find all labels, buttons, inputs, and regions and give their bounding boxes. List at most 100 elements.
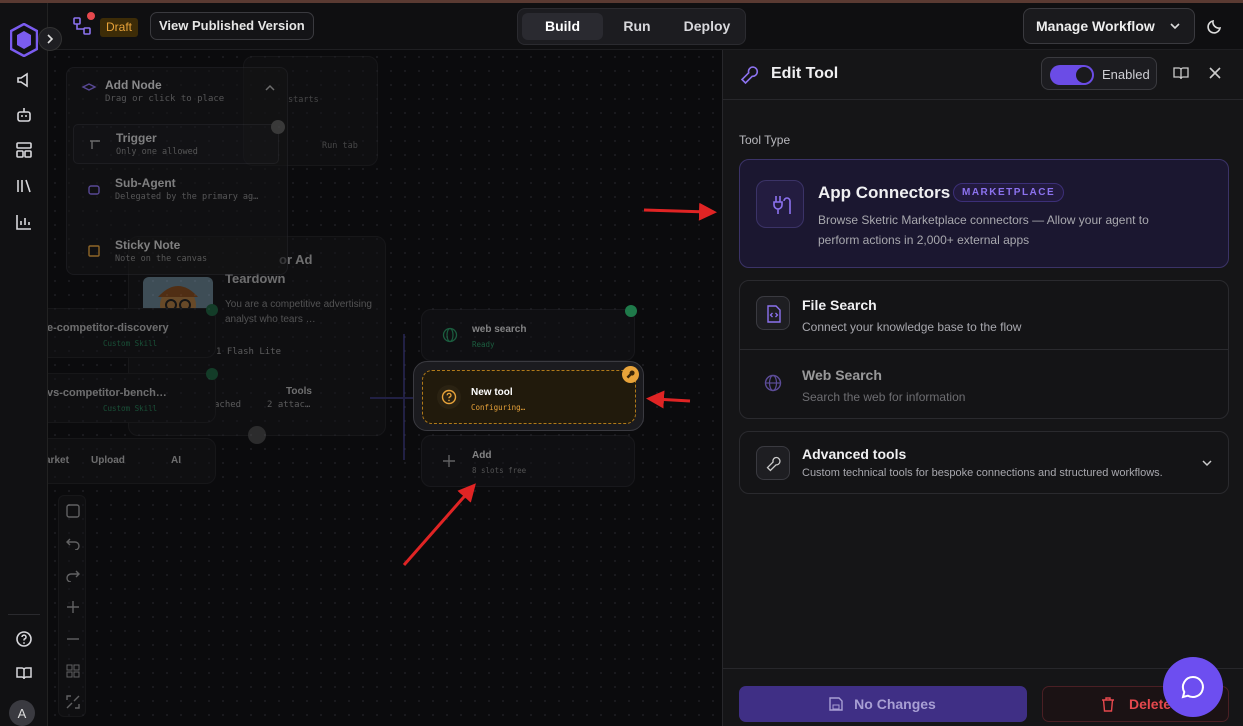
- tool-node-status: 8 slots free: [472, 466, 527, 475]
- connector-handle[interactable]: [248, 426, 266, 444]
- zoom-out-icon[interactable]: [66, 632, 80, 646]
- avatar[interactable]: A: [9, 700, 35, 726]
- tab-run[interactable]: Run: [604, 13, 670, 40]
- option-file-search[interactable]: File Search Connect your knowledge base …: [740, 281, 1228, 350]
- docs-book-icon[interactable]: [1173, 65, 1189, 81]
- tool-node-status: Configuring…: [471, 403, 526, 412]
- library-icon[interactable]: [15, 177, 33, 195]
- file-code-icon: [767, 305, 781, 323]
- marketplace-badge: MARKETPLACE: [953, 183, 1065, 202]
- option-title: App Connectors: [818, 183, 951, 202]
- option-title: File Search: [802, 297, 877, 313]
- manage-workflow-label: Manage Workflow: [1036, 18, 1155, 34]
- unsaved-indicator: [87, 12, 95, 20]
- book-icon[interactable]: [15, 664, 33, 682]
- wrench-icon: [766, 456, 781, 472]
- add-node-item-title: Trigger: [116, 131, 157, 145]
- add-node-item-title: Sticky Note: [115, 238, 181, 252]
- globe-icon: [442, 327, 458, 343]
- chat-bubble-icon: [1181, 675, 1204, 699]
- view-published-button[interactable]: View Published Version: [150, 12, 314, 40]
- chevron-up-icon[interactable]: [265, 84, 275, 92]
- status-dot: [206, 304, 218, 316]
- skill-node-discovery[interactable]: e-competitor-discovery Custom Skill: [48, 308, 216, 358]
- save-button[interactable]: No Changes: [739, 686, 1027, 722]
- theme-toggle-icon[interactable]: [1206, 17, 1224, 35]
- redo-icon[interactable]: [66, 568, 80, 582]
- help-icon[interactable]: [15, 630, 33, 648]
- skill-node-bench[interactable]: vs-competitor-bench… Custom Skill: [48, 373, 216, 423]
- undo-icon[interactable]: [66, 536, 80, 550]
- add-node-item-sub-agent[interactable]: Sub-Agent Delegated by the primary ag…: [73, 170, 279, 210]
- bot-icon[interactable]: [15, 106, 33, 124]
- add-node-item-trigger[interactable]: Trigger Only one allowed: [73, 124, 279, 164]
- top-header: Draft View Published Version Build Run D…: [48, 3, 1243, 50]
- add-node-item-title: Sub-Agent: [115, 176, 176, 190]
- file-search-icon-box: [756, 296, 790, 330]
- tool-node-new-tool-frame: New tool Configuring…: [413, 361, 644, 431]
- marketplace-button[interactable]: arket: [48, 455, 69, 466]
- add-node-item-subtitle: Delegated by the primary ag…: [115, 192, 259, 202]
- option-advanced-tools[interactable]: Advanced tools Custom technical tools fo…: [739, 431, 1229, 494]
- config-badge: [622, 366, 639, 383]
- agent-description: You are a competitive advertising analys…: [225, 299, 372, 325]
- option-app-connectors[interactable]: App Connectors MARKETPLACE Browse Sketri…: [739, 159, 1229, 268]
- upload-button[interactable]: Upload: [91, 455, 125, 466]
- add-node-item-sticky-note[interactable]: Sticky Note Note on the canvas: [73, 232, 279, 272]
- fit-view-icon[interactable]: [66, 695, 80, 709]
- grid-icon[interactable]: [66, 664, 80, 678]
- option-description: Custom technical tools for bespoke conne…: [802, 467, 1163, 479]
- tool-node-new-tool[interactable]: New tool Configuring…: [422, 370, 636, 424]
- option-description: Browse Sketric Marketplace connectors — …: [818, 213, 1149, 247]
- trigger-card-text: starts: [288, 95, 319, 105]
- tool-node-icon-wrap: [437, 385, 461, 409]
- tab-deploy[interactable]: Deploy: [672, 13, 742, 40]
- close-icon[interactable]: [1209, 67, 1221, 79]
- skill-tag-bench: Custom Skill: [103, 404, 158, 413]
- add-node-item-subtitle: Only one allowed: [116, 147, 198, 157]
- enabled-toggle-wrapper: Enabled: [1041, 57, 1157, 90]
- agent-model: 1 Flash Lite: [216, 347, 282, 357]
- chart-icon[interactable]: [15, 213, 33, 231]
- save-icon[interactable]: [66, 504, 80, 518]
- layout-icon[interactable]: [15, 141, 33, 159]
- save-icon: [829, 697, 843, 711]
- edit-tool-panel: Edit Tool Enabled Tool Type App Connecto…: [722, 50, 1243, 726]
- option-title: Advanced tools: [802, 446, 907, 462]
- ai-button[interactable]: AI: [171, 455, 181, 466]
- app-logo-icon[interactable]: [10, 23, 38, 57]
- plug-icon: [773, 196, 791, 214]
- enabled-toggle[interactable]: [1050, 65, 1094, 85]
- wrench-icon: [626, 370, 635, 379]
- workflow-canvas[interactable]: starts Run tab or Ad Teardown You are a …: [48, 50, 722, 726]
- sidebar-collapse-button[interactable]: [38, 27, 62, 51]
- tool-node-title: web search: [472, 324, 527, 335]
- trigger-card-run-tab: Run tab: [322, 141, 358, 151]
- option-web-search[interactable]: Web Search Search the web for informatio…: [740, 351, 1228, 419]
- tool-node-status: Ready: [472, 340, 495, 349]
- globe-icon: [764, 374, 782, 392]
- sidebar-divider: [8, 614, 40, 615]
- mode-tabs: Build Run Deploy: [517, 8, 746, 45]
- manage-workflow-dropdown[interactable]: Manage Workflow: [1023, 8, 1195, 44]
- agent-tools-count: 2 attac…: [267, 400, 311, 410]
- skill-tag-discovery: Custom Skill: [103, 339, 158, 348]
- toggle-knob: [1076, 67, 1092, 83]
- option-title: Web Search: [802, 367, 882, 383]
- agent-attached: ached: [214, 400, 242, 410]
- tool-node-web-search[interactable]: web search Ready: [421, 309, 635, 361]
- advanced-tools-icon-box: [756, 446, 790, 480]
- add-node-item-subtitle: Note on the canvas: [115, 254, 208, 264]
- app-connectors-icon-box: [756, 180, 804, 228]
- action-bar: arket Upload AI: [48, 438, 216, 484]
- tab-build[interactable]: Build: [522, 13, 603, 40]
- question-icon: [441, 389, 457, 405]
- option-description: Connect your knowledge base to the flow: [802, 320, 1022, 334]
- megaphone-icon[interactable]: [15, 71, 33, 89]
- zoom-in-icon[interactable]: [66, 600, 80, 614]
- chat-launcher-button[interactable]: [1163, 657, 1223, 717]
- chevron-down-icon[interactable]: [1202, 459, 1212, 467]
- status-dot: [206, 368, 218, 380]
- tool-node-add[interactable]: Add 8 slots free: [421, 435, 635, 487]
- sub-agent-icon: [88, 185, 100, 195]
